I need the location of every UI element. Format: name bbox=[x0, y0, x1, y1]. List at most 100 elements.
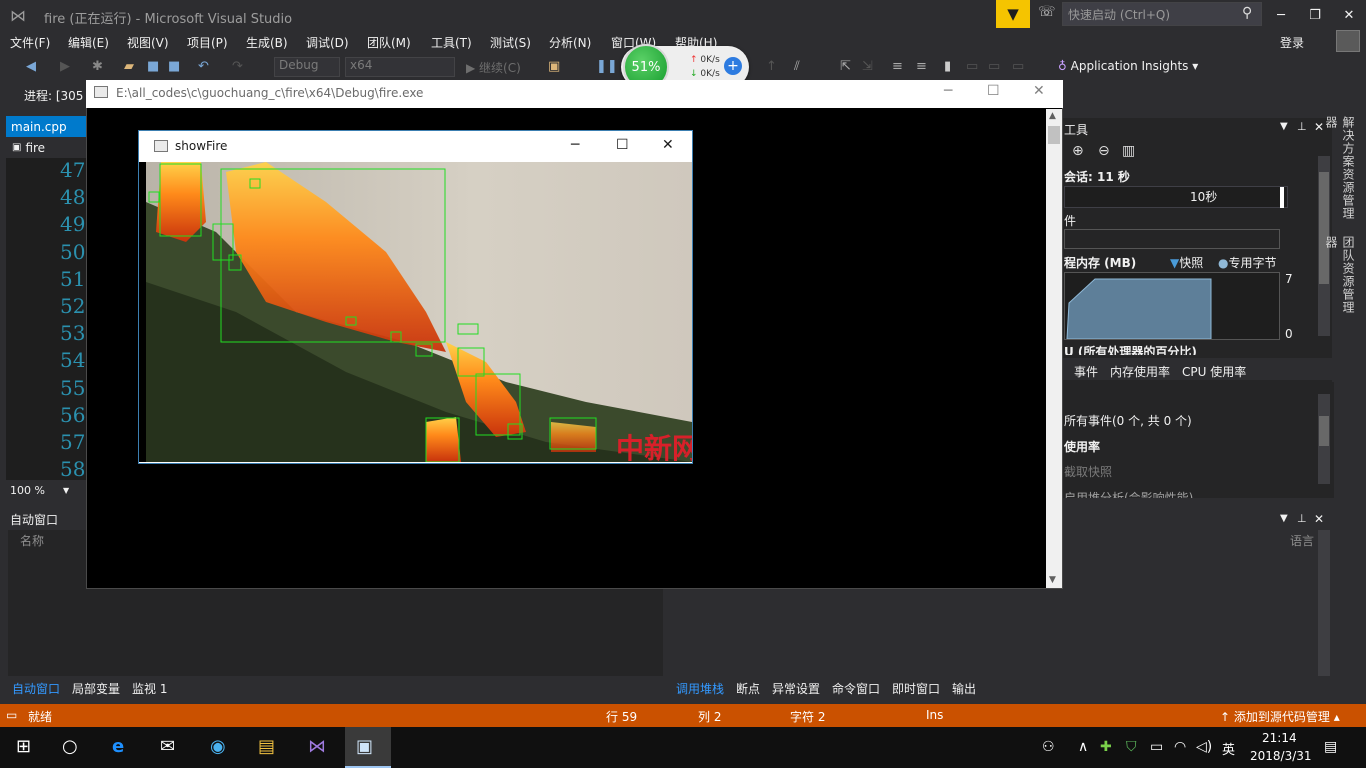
tab-command-window[interactable]: 命令窗口 bbox=[832, 680, 880, 697]
redo-icon[interactable]: ↷ bbox=[232, 59, 243, 74]
console-minimize-button[interactable]: ─ bbox=[944, 83, 952, 99]
tab-autos[interactable]: 自动窗口 bbox=[12, 680, 60, 697]
ime-indicator[interactable]: 英 bbox=[1222, 739, 1235, 758]
edge-browser-icon[interactable]: e bbox=[112, 736, 124, 757]
browser-globe-icon[interactable]: ◉ bbox=[210, 736, 226, 757]
tab-watch-1[interactable]: 监视 1 bbox=[132, 680, 167, 697]
console-taskbar-icon[interactable]: ▣ bbox=[356, 736, 373, 757]
cortana-search-icon[interactable]: ○ bbox=[62, 736, 78, 757]
tray-app-icon[interactable]: ✚ bbox=[1100, 739, 1112, 755]
tab-breakpoints[interactable]: 断点 bbox=[736, 680, 760, 697]
menu-edit[interactable]: 编辑(E) bbox=[68, 34, 109, 51]
process-icon[interactable]: ▣ bbox=[548, 59, 560, 74]
showfire-close-button[interactable]: ✕ bbox=[662, 137, 674, 153]
tab-cpu-usage[interactable]: CPU 使用率 bbox=[1182, 363, 1246, 380]
showfire-maximize-button[interactable]: ☐ bbox=[616, 137, 629, 153]
menu-team[interactable]: 团队(M) bbox=[367, 34, 411, 51]
stack-icon[interactable]: ⇲ bbox=[862, 59, 873, 74]
security-shield-icon[interactable]: ⛉ bbox=[1126, 739, 1137, 755]
tab-output[interactable]: 输出 bbox=[952, 680, 976, 697]
feedback-icon[interactable]: ☏ bbox=[1038, 4, 1056, 24]
memory-chart[interactable] bbox=[1064, 272, 1280, 340]
avatar[interactable] bbox=[1336, 30, 1360, 52]
menu-analyze[interactable]: 分析(N) bbox=[549, 34, 591, 51]
scroll-up-icon[interactable]: ▲ bbox=[1049, 111, 1056, 121]
start-windows-icon[interactable]: ⊞ bbox=[16, 736, 31, 757]
sign-in-link[interactable]: 登录 bbox=[1280, 34, 1304, 51]
continue-button[interactable]: ▶ 继续(C) bbox=[466, 59, 521, 76]
platform-dropdown[interactable]: x64 bbox=[345, 57, 455, 77]
tab-exception-settings[interactable]: 异常设置 bbox=[772, 680, 820, 697]
tab-immediate-window[interactable]: 即时窗口 bbox=[892, 680, 940, 697]
language-column[interactable]: 语言 bbox=[1290, 532, 1314, 549]
reset-zoom-icon[interactable]: ▥ bbox=[1122, 143, 1135, 159]
speed-widget-plus-icon[interactable]: + bbox=[724, 57, 742, 75]
close-button[interactable]: ✕ bbox=[1334, 4, 1364, 26]
console-maximize-button[interactable]: ☐ bbox=[987, 83, 1000, 99]
panel2-menu-chevron-icon[interactable]: ▼ bbox=[1280, 513, 1288, 524]
diagnostics-scroll-thumb[interactable] bbox=[1319, 172, 1329, 284]
pause-icon[interactable]: ❚❚ bbox=[596, 59, 618, 74]
notification-filter-icon[interactable]: ▼ bbox=[996, 0, 1030, 28]
add-to-source-control-button[interactable]: ↑ 添加到源代码管理 ▴ bbox=[1220, 708, 1340, 725]
volume-icon[interactable]: ◁) bbox=[1196, 739, 1212, 755]
session-timeline[interactable] bbox=[1064, 186, 1288, 208]
tab-main-cpp[interactable]: main.cpp bbox=[6, 116, 88, 137]
uncomment-icon[interactable]: ≡ bbox=[916, 59, 927, 74]
panel2-pin-icon[interactable]: ⊥ bbox=[1297, 512, 1307, 525]
visual-studio-taskbar-icon[interactable]: ⋈ bbox=[308, 736, 326, 757]
tab-events[interactable]: 事件 bbox=[1074, 363, 1098, 380]
battery-icon[interactable]: ▭ bbox=[1150, 739, 1163, 755]
new-project-icon[interactable]: ✱ bbox=[92, 59, 103, 74]
people-icon[interactable]: ⚇ bbox=[1042, 739, 1055, 755]
scroll-down-icon[interactable]: ▼ bbox=[1049, 575, 1056, 585]
timeline-marker[interactable] bbox=[1280, 187, 1284, 208]
tab-solution-explorer[interactable]: 解决方案资源管理器 bbox=[1324, 116, 1357, 226]
back-icon[interactable]: ◀ bbox=[26, 59, 36, 74]
zoom-in-icon[interactable]: ⊕ bbox=[1072, 143, 1084, 159]
autos-name-column[interactable]: 名称 bbox=[20, 532, 44, 549]
zoom-out-icon[interactable]: ⊖ bbox=[1098, 143, 1110, 159]
mail-icon[interactable]: ✉ bbox=[160, 736, 175, 757]
comment-icon[interactable]: ≡ bbox=[892, 59, 903, 74]
panel-menu-chevron-icon[interactable]: ▼ bbox=[1280, 121, 1288, 132]
events-scroll-thumb[interactable] bbox=[1319, 416, 1329, 446]
quick-launch-input[interactable]: 快速启动 (Ctrl+Q) bbox=[1062, 2, 1262, 26]
save-icon[interactable]: ■ bbox=[147, 59, 159, 74]
hex-icon[interactable]: ⫽ bbox=[794, 59, 800, 74]
pin-icon[interactable]: ⊥ bbox=[1297, 120, 1307, 133]
undo-icon[interactable]: ↶ bbox=[198, 59, 209, 74]
menu-view[interactable]: 视图(V) bbox=[127, 34, 169, 51]
console-scrollbar[interactable] bbox=[1046, 109, 1062, 588]
minimize-button[interactable]: ─ bbox=[1266, 4, 1296, 26]
save-all-icon[interactable]: ■ bbox=[168, 59, 180, 74]
tab-team-explorer[interactable]: 团队资源管理器 bbox=[1324, 236, 1357, 326]
console-scroll-thumb[interactable] bbox=[1048, 126, 1060, 144]
maximize-button[interactable]: ❐ bbox=[1300, 4, 1330, 26]
bookmark-icon[interactable]: ▮ bbox=[944, 59, 951, 74]
search-icon[interactable]: ⚲ bbox=[1242, 5, 1252, 21]
heap-profiling-checkbox[interactable]: 启用堆分析(会影响性能) bbox=[1064, 489, 1193, 498]
tray-chevron-icon[interactable]: ∧ bbox=[1078, 739, 1088, 755]
menu-build[interactable]: 生成(B) bbox=[246, 34, 288, 51]
menu-test[interactable]: 测试(S) bbox=[490, 34, 531, 51]
tab-locals[interactable]: 局部变量 bbox=[72, 680, 120, 697]
panel2-close-icon[interactable]: ✕ bbox=[1314, 512, 1324, 526]
application-insights-button[interactable]: ♁ Application Insights ▾ bbox=[1058, 59, 1198, 73]
clock-time[interactable]: 21:14 bbox=[1262, 731, 1297, 745]
showfire-minimize-button[interactable]: ─ bbox=[571, 137, 579, 153]
configuration-dropdown[interactable]: Debug bbox=[274, 57, 340, 77]
menu-file[interactable]: 文件(F) bbox=[10, 34, 50, 51]
menu-tools[interactable]: 工具(T) bbox=[431, 34, 472, 51]
all-events-summary[interactable]: 所有事件(0 个, 共 0 个) bbox=[1064, 412, 1192, 429]
zoom-dropdown[interactable]: 100 % ▼ bbox=[6, 482, 88, 498]
action-center-icon[interactable]: ▤ bbox=[1324, 739, 1337, 755]
step-icon[interactable]: ↑ bbox=[766, 59, 777, 74]
prev-bookmark-icon[interactable]: ▭ bbox=[966, 59, 978, 74]
tab-call-stack[interactable]: 调用堆栈 bbox=[676, 680, 724, 697]
clock-date[interactable]: 2018/3/31 bbox=[1250, 749, 1312, 763]
forward-icon[interactable]: ▶ bbox=[60, 59, 70, 74]
next-bookmark-icon[interactable]: ▭ bbox=[988, 59, 1000, 74]
open-folder-icon[interactable]: ▰ bbox=[124, 59, 134, 74]
console-close-button[interactable]: ✕ bbox=[1033, 83, 1045, 99]
